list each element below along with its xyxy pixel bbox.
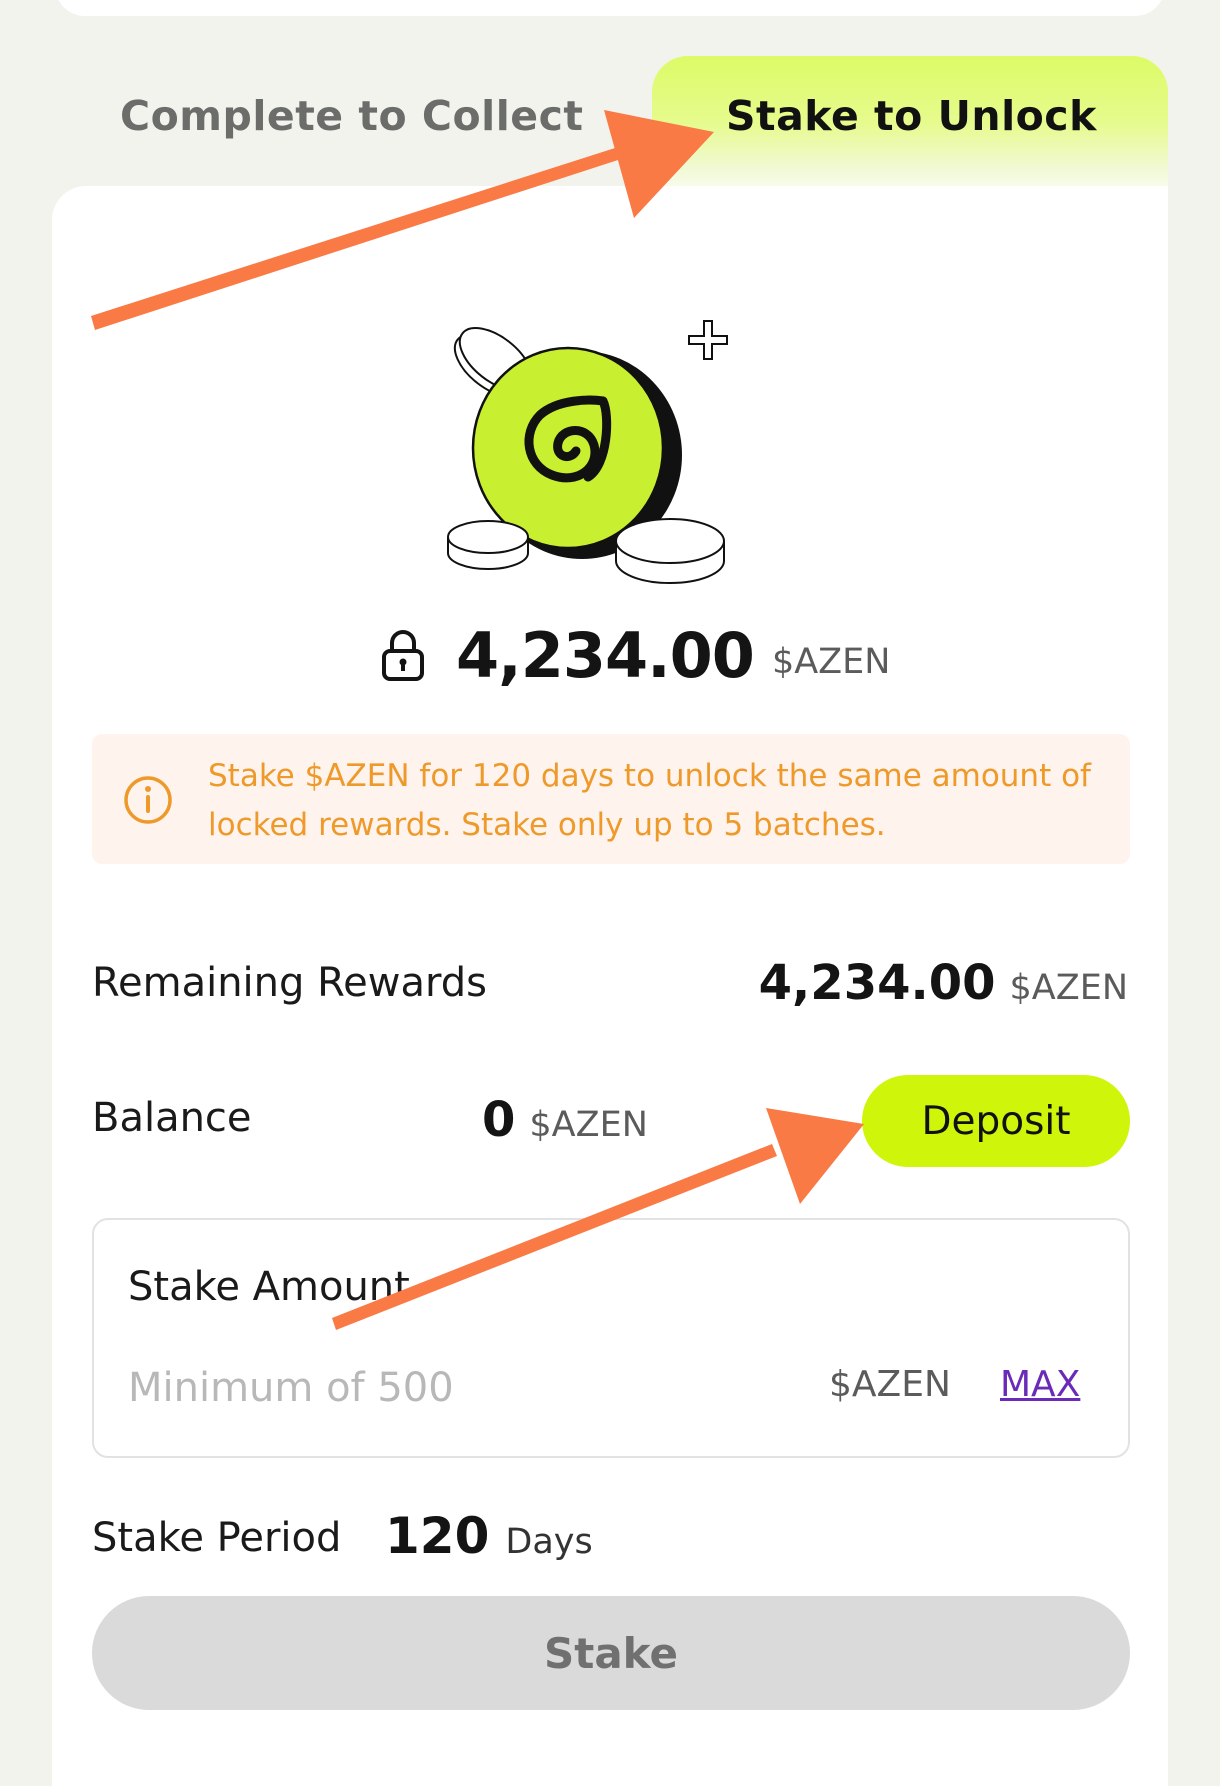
stake-period-label: Stake Period bbox=[92, 1515, 342, 1561]
locked-unit: $AZEN bbox=[771, 642, 891, 682]
stake-amount-input[interactable] bbox=[128, 1360, 728, 1416]
remaining-rewards-unit: $AZEN bbox=[1009, 968, 1128, 1008]
balance-unit: $AZEN bbox=[529, 1105, 648, 1145]
tab-complete-to-collect[interactable]: Complete to Collect bbox=[120, 92, 583, 140]
balance-amount: 0 bbox=[482, 1092, 516, 1148]
lock-icon bbox=[382, 630, 424, 681]
stake-period-unit: Days bbox=[505, 1522, 593, 1562]
stake-amount-unit: $AZEN bbox=[829, 1364, 951, 1405]
balance-value: 0 $AZEN bbox=[482, 1092, 648, 1148]
remaining-rewards-label: Remaining Rewards bbox=[92, 960, 487, 1006]
max-button[interactable]: MAX bbox=[1000, 1364, 1080, 1405]
remaining-rewards-value: 4,234.00 $AZEN bbox=[759, 955, 1128, 1011]
stake-amount-box: Stake Amount $AZEN MAX bbox=[92, 1218, 1130, 1458]
previous-card bbox=[55, 0, 1165, 16]
balance-label: Balance bbox=[92, 1095, 252, 1141]
locked-amount: 4,234.00 bbox=[456, 618, 755, 692]
tab-stake-to-unlock[interactable]: Stake to Unlock bbox=[726, 92, 1097, 140]
notice-text: Stake $AZEN for 120 days to unlock the s… bbox=[208, 758, 1091, 843]
info-icon bbox=[124, 776, 172, 824]
stake-period-value: 120 Days bbox=[385, 1507, 593, 1565]
stake-amount-label: Stake Amount bbox=[128, 1264, 410, 1310]
stake-notice: Stake $AZEN for 120 days to unlock the s… bbox=[92, 734, 1130, 864]
stake-button[interactable]: Stake bbox=[92, 1596, 1130, 1710]
coin-stack-icon bbox=[447, 320, 728, 584]
plus-sparkle-icon bbox=[688, 320, 728, 360]
locked-rewards: 4,234.00 $AZEN bbox=[380, 615, 890, 695]
stake-period-amount: 120 bbox=[385, 1507, 490, 1565]
remaining-rewards-amount: 4,234.00 bbox=[758, 955, 996, 1011]
deposit-button[interactable]: Deposit bbox=[862, 1075, 1130, 1167]
